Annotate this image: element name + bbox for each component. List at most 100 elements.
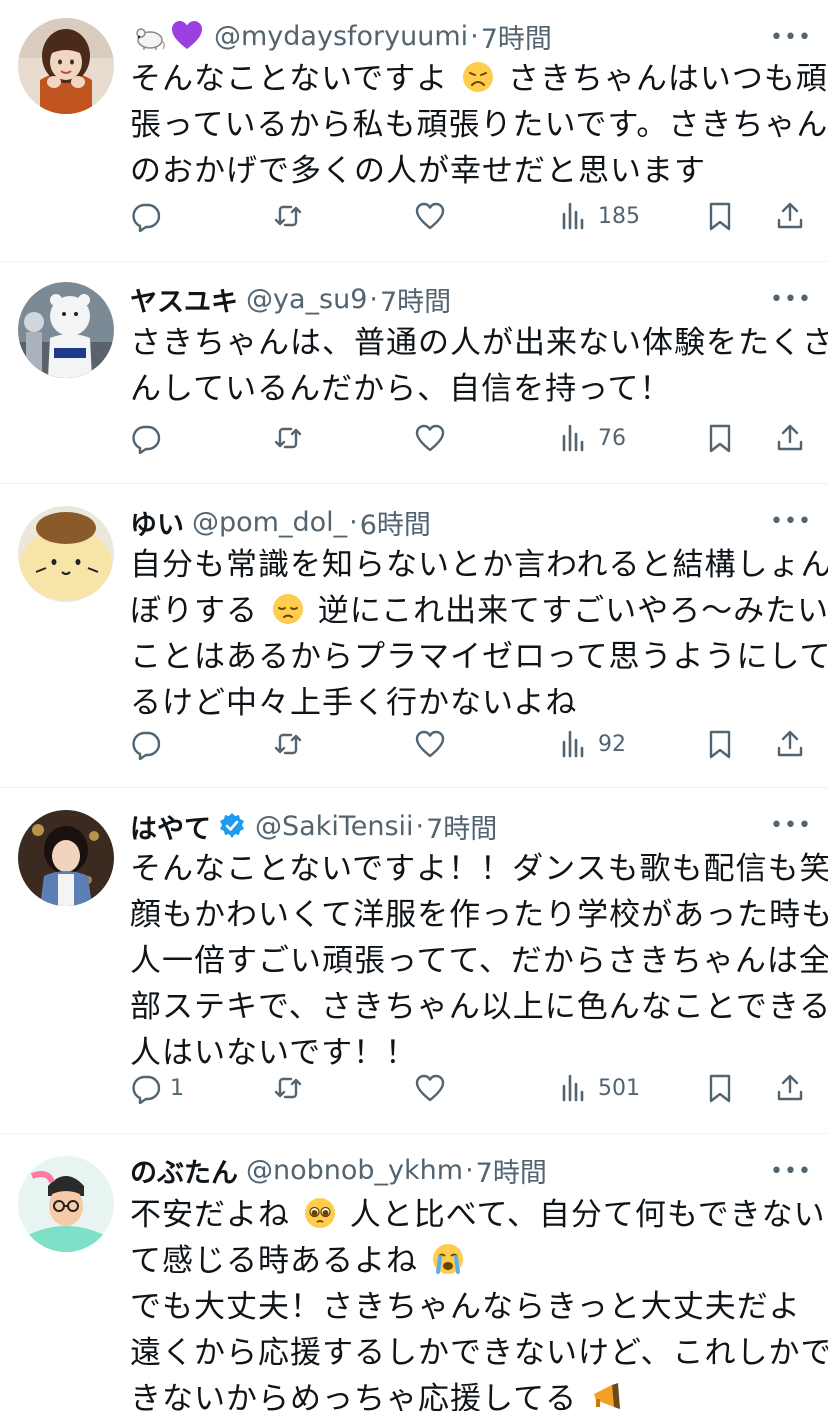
action-bar: 92 <box>130 724 808 764</box>
views-button[interactable]: 76 <box>558 418 626 458</box>
reply-button[interactable] <box>130 418 170 458</box>
retweet-button[interactable] <box>272 1068 304 1108</box>
text-line: んしているんだから、自信を持って！ <box>130 371 672 407</box>
more-icon[interactable]: ••• <box>770 810 811 840</box>
like-icon <box>415 424 445 452</box>
bookmark-icon <box>709 730 731 759</box>
bookmark-button[interactable] <box>704 418 736 458</box>
text-line: さきちゃんは、普通の人が出来ない体験をたくさ <box>130 325 828 361</box>
reply-count: 1 <box>170 1075 184 1101</box>
share-icon <box>777 424 803 451</box>
reply-time[interactable]: 7時間 <box>481 17 552 56</box>
like-button[interactable] <box>414 724 446 764</box>
reply-item[interactable]: のぶたん @nobnob_ykhm · 7時間 ••• 不安だよね 人と比べて、… <box>0 1134 828 1411</box>
display-name[interactable]: はやて <box>130 807 211 846</box>
share-button[interactable] <box>774 724 806 764</box>
reply-time[interactable]: 7時間 <box>426 807 497 846</box>
views-button[interactable]: 501 <box>558 1068 640 1108</box>
text-line: きないからめっちゃ応援してる <box>130 1376 800 1411</box>
more-icon[interactable]: ••• <box>770 506 811 536</box>
bookmark-button[interactable] <box>704 196 736 236</box>
views-button[interactable]: 185 <box>558 196 640 236</box>
retweet-button[interactable] <box>272 724 304 764</box>
display-name[interactable]: のぶたん <box>130 1151 238 1190</box>
like-button[interactable] <box>414 418 446 458</box>
reply-item[interactable]: ヤスユキ @ya_su9 · 7時間 ••• さきちゃんは、普通の人が出来ない体… <box>0 262 828 484</box>
purple-heart-emoji <box>170 19 204 53</box>
more-icon[interactable]: ••• <box>770 22 811 52</box>
avatar[interactable] <box>18 18 114 114</box>
reply-button[interactable]: 1 <box>130 1068 184 1108</box>
separator-dot: · <box>470 20 479 52</box>
text-line: て感じる時あるよね <box>130 1238 800 1284</box>
retweet-button[interactable] <box>272 196 304 236</box>
display-name[interactable]: ゆい <box>130 503 184 542</box>
separator-dot: · <box>369 283 378 315</box>
reply-time[interactable]: 7時間 <box>476 1151 547 1190</box>
views-count: 76 <box>598 425 626 451</box>
text-line: ことはあるからプラマイゼロって思うようにして <box>130 639 828 675</box>
text-segment: さきちゃんはいつも頑 <box>507 61 828 97</box>
text-line: ぼりする 逆にこれ出来てすごいやろ〜みたいな <box>130 588 828 634</box>
like-button[interactable] <box>414 1068 446 1108</box>
retweet-button[interactable] <box>272 418 304 458</box>
text-line: 自分も常識を知らないとか言われると結構しょん <box>130 547 828 583</box>
views-count: 185 <box>598 203 640 229</box>
separator-dot: · <box>465 1154 474 1186</box>
text-line: のおかげで多くの人が幸せだと思います <box>130 153 706 189</box>
reply-text: そんなことないですよ さきちゃんはいつも頑 張っているから私も頑張りたいです。さ… <box>130 56 828 194</box>
disappointed-face-emoji <box>461 60 495 94</box>
more-icon[interactable]: ••• <box>770 1156 811 1186</box>
pensive-face-emoji <box>271 592 305 626</box>
views-icon <box>562 1074 584 1102</box>
text-line: るけど中々上手く行かないよね <box>130 685 578 721</box>
reply-handle[interactable]: @SakiTensii <box>255 811 414 842</box>
bookmark-button[interactable] <box>704 1068 736 1108</box>
display-name[interactable]: ヤスユキ <box>130 280 238 319</box>
avatar[interactable] <box>18 506 114 602</box>
text-segment: 不安だよね <box>130 1197 290 1233</box>
crying-face-emoji <box>431 1242 465 1276</box>
text-line: でも大丈夫！さきちゃんならきっと大丈夫だよ <box>130 1289 801 1325</box>
views-button[interactable]: 92 <box>558 724 626 764</box>
text-line: 張っているから私も頑張りたいです。さきちゃん <box>130 107 828 143</box>
rat-emoji <box>132 19 166 53</box>
reply-handle[interactable]: @pom_dol_ <box>192 507 347 538</box>
reply-item[interactable]: はやて @SakiTensii · 7時間 ••• そんなことないですよ！！ダン… <box>0 788 828 1134</box>
bookmark-button[interactable] <box>704 724 736 764</box>
separator-dot: · <box>415 810 425 842</box>
avatar[interactable] <box>18 810 114 906</box>
reply-text: 不安だよね 人と比べて、自分て何もできないっ て感じる時あるよね でも大丈夫！さ… <box>130 1192 828 1411</box>
reply-header: ヤスユキ @ya_su9 · 7時間 <box>130 279 768 319</box>
reply-header: のぶたん @nobnob_ykhm · 7時間 <box>130 1150 768 1190</box>
reply-time[interactable]: 6時間 <box>360 503 431 542</box>
reply-button[interactable] <box>130 196 170 236</box>
reply-button[interactable] <box>130 724 170 764</box>
reply-handle[interactable]: @nobnob_ykhm <box>246 1155 463 1186</box>
reply-item[interactable]: @mydaysforyuumi · 7時間 ••• そんなことないですよ さきち… <box>0 0 828 262</box>
avatar[interactable] <box>18 282 114 378</box>
reply-item[interactable]: ゆい @pom_dol_ · 6時間 ••• 自分も常識を知らないとか言われると… <box>0 484 828 788</box>
more-icon[interactable]: ••• <box>770 284 811 314</box>
reply-handle[interactable]: @ya_su9 <box>246 284 367 315</box>
reply-handle[interactable]: @mydaysforyuumi <box>214 21 468 52</box>
reply-text: そんなことないですよ！！ダンスも歌も配信も笑 顔もかわいくて洋服を作ったり学校が… <box>130 846 828 1076</box>
share-button[interactable] <box>774 196 806 236</box>
text-segment: 逆にこれ出来てすごいやろ〜みたいな <box>317 593 828 629</box>
retweet-icon <box>274 205 302 227</box>
text-segment: ぼりする <box>130 593 258 629</box>
share-button[interactable] <box>774 418 806 458</box>
reply-icon <box>132 425 161 454</box>
text-segment: て感じる時あるよね <box>130 1243 418 1279</box>
reply-icon <box>132 203 161 232</box>
like-button[interactable] <box>414 196 446 236</box>
avatar[interactable] <box>18 1156 114 1252</box>
reply-feed: @mydaysforyuumi · 7時間 ••• そんなことないですよ さきち… <box>0 0 828 1411</box>
like-icon <box>415 1074 445 1102</box>
share-button[interactable] <box>774 1068 806 1108</box>
reply-time[interactable]: 7時間 <box>380 280 451 319</box>
bookmark-icon <box>709 1074 731 1103</box>
text-line: 顔もかわいくて洋服を作ったり学校があった時も <box>130 897 828 933</box>
text-segment: 人と比べて、自分て何もできないっ <box>349 1197 828 1233</box>
like-icon <box>415 202 445 230</box>
